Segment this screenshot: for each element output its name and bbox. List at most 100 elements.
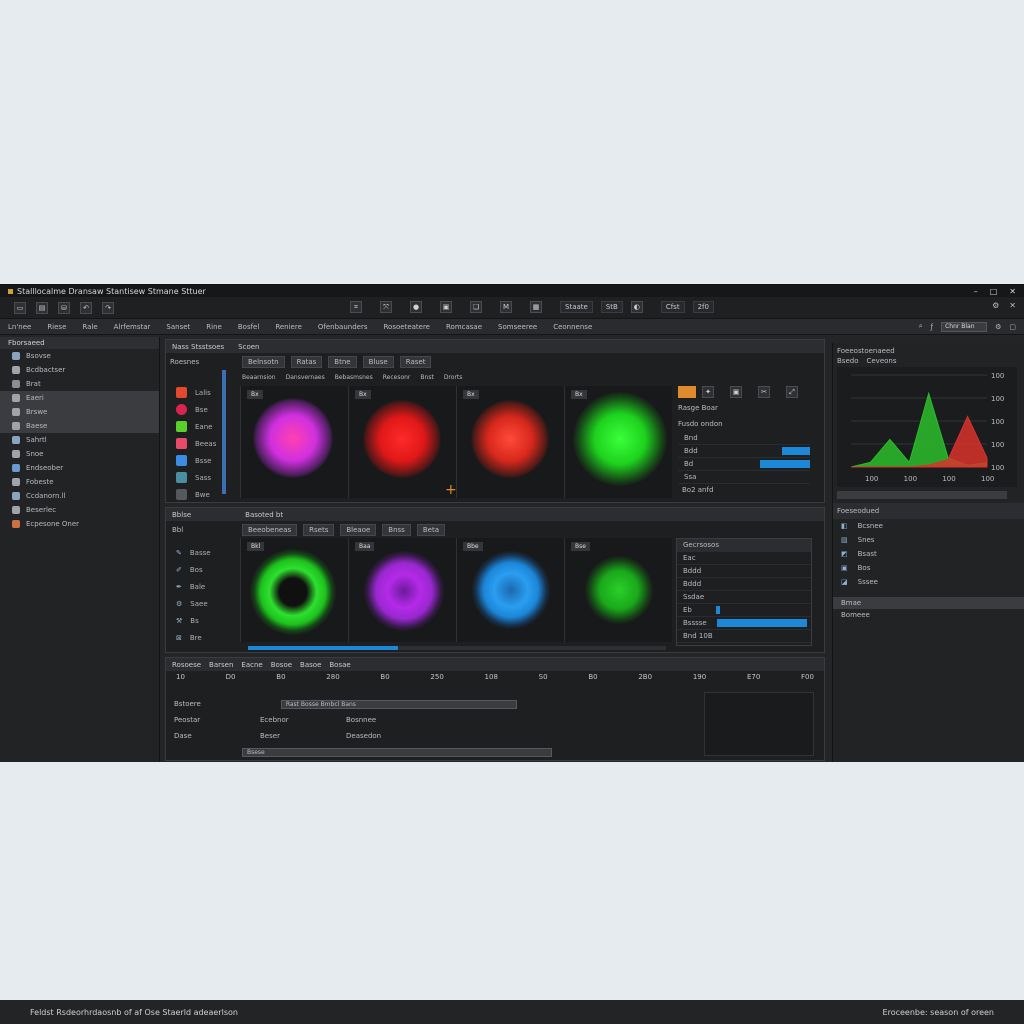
viewer-6[interactable]: Baa [348,538,456,642]
open-file-icon[interactable]: ▤ [36,301,48,314]
new-file-icon[interactable]: ▭ [14,301,26,314]
right-list-item[interactable]: ◪ Sssee [833,575,1024,589]
prop-row[interactable]: Bddd [677,565,811,578]
prop-row[interactable]: Eb [677,604,811,617]
menu-item[interactable]: Sanset [166,323,190,331]
menu-item[interactable]: Rine [206,323,222,331]
orange-swatch-icon[interactable] [678,386,696,398]
cut-icon[interactable]: ✂ [758,386,770,398]
tool-item[interactable]: Eane [170,418,230,435]
viewer-4[interactable]: Bx [564,386,672,498]
tool-item[interactable]: Bsse [170,452,230,469]
menu-item[interactable]: Ln'nee [8,323,31,331]
circle-tool-icon[interactable]: ● [410,301,422,313]
menu-settings-icon[interactable]: ⚙ [995,323,1001,331]
right-footer-item[interactable]: Bmae [833,597,1024,609]
subtab[interactable]: Drorts [444,374,463,381]
right-list-item[interactable]: ◧ Bcsnee [833,519,1024,533]
prop-row[interactable]: Bddd [677,578,811,591]
toolbar-label-a[interactable]: Staate [560,301,593,313]
prop-row[interactable]: Bnd [678,432,810,445]
viewer-8[interactable]: Bse [564,538,672,642]
grid-icon[interactable]: ▦ [530,301,542,313]
settings-icon[interactable]: ⚙ [992,301,999,310]
minimize-icon[interactable]: – [974,287,978,296]
timeline-field[interactable]: Rast Bosse Bmbcl Bans [280,699,517,709]
left-panel-item[interactable]: Bcdbactser [0,363,159,377]
tab[interactable]: Belnsotn [242,356,285,368]
left-panel-item[interactable]: Brswe [0,405,159,419]
save-icon[interactable]: ⛁ [58,301,70,314]
tool-item[interactable]: ⚒ Bs [170,612,230,629]
top-scrollbar[interactable] [222,370,226,494]
tab[interactable]: Bluse [362,356,394,368]
color-wheel-icon[interactable]: ◐ [630,301,643,313]
prop-row[interactable]: Eac [677,552,811,565]
prop-row[interactable]: Ssdae [677,591,811,604]
fx-icon[interactable]: ƒ [931,323,933,331]
left-panel-item[interactable]: Snoe [0,447,159,461]
prop-row[interactable]: Bdd [678,445,810,458]
crop-icon[interactable]: ⌗ [350,301,362,313]
timeline-tab[interactable]: Bosoe [271,661,292,669]
right-list-item[interactable]: ▣ Bos [833,561,1024,575]
prop-slider-handle[interactable] [715,606,720,614]
left-panel-item[interactable]: Brat [0,377,159,391]
menu-item[interactable]: Rosoeteatere [384,323,431,331]
tool-item[interactable]: Beeas [170,435,230,452]
right-footer-item[interactable]: Bomeee [833,609,1024,621]
tab[interactable]: Bnss [382,524,411,536]
timeline-row[interactable]: Peostar Ecebnor Bosnnee [174,712,694,728]
prop-row[interactable]: Bsssse [677,617,811,630]
tool-item[interactable]: ✐ Bos [170,561,230,578]
timeline-tab[interactable]: Barsen [209,661,233,669]
toolbar-close-icon[interactable]: ✕ [1009,301,1016,310]
pin-icon[interactable]: ✦ [702,386,714,398]
menu-item[interactable]: Somseeree [498,323,537,331]
tool-item[interactable]: ✎ Basse [170,544,230,561]
tab[interactable]: Raset [399,356,432,368]
scale-icon[interactable]: ⤢ [786,386,798,398]
viewer-7[interactable]: Bbe [456,538,564,642]
menu-item[interactable]: Ofenbaunders [318,323,368,331]
left-panel-item[interactable]: Endseober [0,461,159,475]
tool-item[interactable]: Lalis [170,384,230,401]
timeline-tab[interactable]: Eacne [241,661,262,669]
toolbar-label-b[interactable]: StB [600,301,623,313]
left-panel-item[interactable]: Ccdanorn.ll [0,489,159,503]
toolbar-label-c[interactable]: Cfst [660,301,685,313]
menu-item[interactable]: Riese [47,323,66,331]
layers-icon[interactable]: ❏ [470,301,482,313]
left-panel-item[interactable]: Baese [0,419,159,433]
prop-row[interactable]: Bd [678,458,810,471]
subtab[interactable]: Bebasmsnes [335,374,373,381]
close-icon[interactable]: ✕ [1009,287,1016,296]
tool-item[interactable]: ⊠ Bre [170,629,230,646]
tab[interactable]: Ratas [290,356,323,368]
viewer-3[interactable]: Bx [456,386,564,498]
viewer-1[interactable]: Bx [240,386,348,498]
menu-item[interactable]: Alrfemstar [114,323,151,331]
subtab[interactable]: Beaarnsion [242,374,276,381]
viewer-5[interactable]: Bkl [240,538,348,642]
viewer-2[interactable]: Bx + [348,386,457,498]
menu-expand-icon[interactable]: ▢ [1009,323,1016,331]
menu-item[interactable]: Bosfel [238,323,259,331]
timeline-row[interactable]: Bstoere Rast Bosse Bmbcl Bans [174,696,694,712]
zoom-icon[interactable]: ⌕ [919,322,923,331]
prop-slider-fill[interactable] [760,460,810,468]
prop-row[interactable]: Ssa [678,471,810,484]
tab[interactable]: Bleaoe [340,524,377,536]
left-panel-item[interactable]: Beserlec [0,503,159,517]
timeline-tab[interactable]: Rosoese [172,661,201,669]
tab[interactable]: Beta [416,524,445,536]
image-icon[interactable]: ▣ [730,386,742,398]
timeline-tab[interactable]: Basoe [300,661,321,669]
right-list-item[interactable]: ◩ Bsast [833,547,1024,561]
menu-item[interactable]: Reniere [275,323,302,331]
tab[interactable]: Beeobeneas [242,524,298,536]
tool-item[interactable]: Bwe [170,486,230,503]
transform-icon[interactable]: ⤧ [380,301,392,313]
timeline-tab[interactable]: Bosae [329,661,350,669]
right-scrollbar[interactable] [837,491,1007,499]
